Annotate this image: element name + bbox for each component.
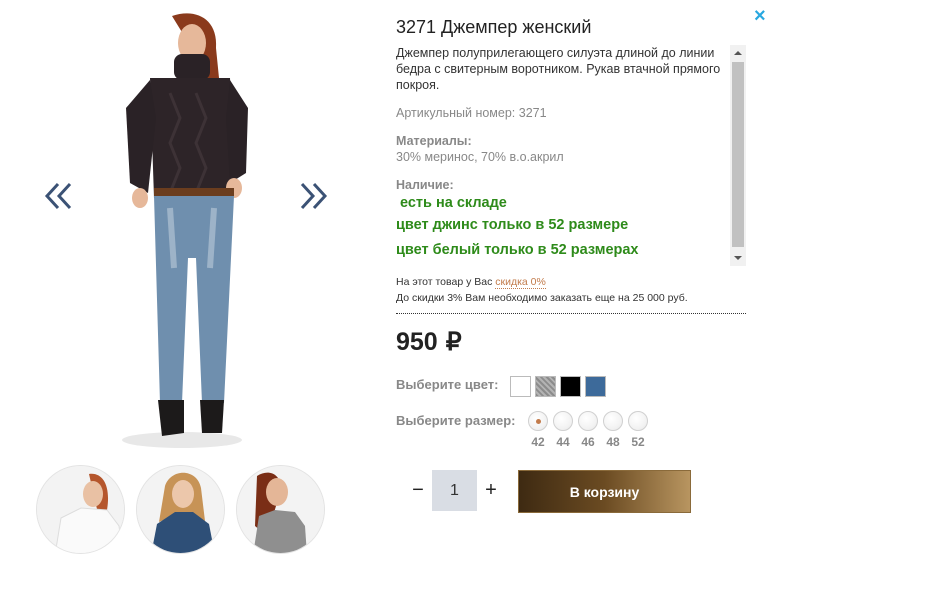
- color-swatch-white[interactable]: [510, 376, 531, 397]
- product-details-scrollbox[interactable]: Джемпер полуприлегающего силуэта длиной …: [396, 45, 746, 266]
- currency-symbol: ₽: [445, 328, 462, 356]
- color-picker-label: Выберите цвет:: [396, 377, 499, 392]
- discount-info: На этот товар у Вас скидка 0% До скидки …: [396, 274, 688, 306]
- size-radio[interactable]: [528, 411, 548, 431]
- size-radio[interactable]: [628, 411, 648, 431]
- thumbnail-list: [36, 465, 325, 554]
- size-label: 52: [631, 435, 645, 449]
- product-details-content: Джемпер полуприлегающего силуэта длиной …: [396, 45, 728, 263]
- scroll-down-arrow-icon[interactable]: [730, 250, 746, 266]
- discount-prefix: На этот товар у Вас: [396, 276, 493, 288]
- quantity-decrease-button[interactable]: −: [410, 478, 426, 502]
- size-label: 48: [606, 435, 620, 449]
- availability-line: есть на складе: [400, 195, 507, 211]
- size-option-46[interactable]: 46: [578, 411, 598, 449]
- vertical-scrollbar[interactable]: [730, 45, 746, 266]
- product-price: 950 ₽: [396, 327, 462, 357]
- close-icon[interactable]: ×: [754, 6, 768, 26]
- size-option-list: 42 44 46 48 52: [528, 411, 648, 449]
- size-label: 44: [556, 435, 570, 449]
- double-chevron-right-icon: [300, 182, 328, 210]
- product-gallery: [0, 0, 370, 599]
- availability-line: цвет белый только в 52 размерах: [396, 242, 639, 258]
- size-option-42[interactable]: 42: [528, 411, 548, 449]
- thumbnail-grey-sweater[interactable]: [236, 465, 325, 554]
- quantity-increase-button[interactable]: +: [483, 478, 499, 502]
- scrollbar-thumb[interactable]: [732, 62, 744, 247]
- color-swatch-list: [510, 376, 606, 397]
- scroll-up-arrow-icon[interactable]: [730, 45, 746, 61]
- size-option-44[interactable]: 44: [553, 411, 573, 449]
- discount-line-1: На этот товар у Вас скидка 0%: [396, 274, 688, 290]
- size-label: 46: [581, 435, 595, 449]
- main-product-photo: [100, 8, 270, 458]
- product-title: 3271 Джемпер женский: [396, 17, 592, 37]
- discount-line-2: До скидки 3% Вам необходимо заказать еще…: [396, 292, 688, 304]
- color-swatch-blue[interactable]: [585, 376, 606, 397]
- size-option-52[interactable]: 52: [628, 411, 648, 449]
- price-value: 950: [396, 328, 438, 356]
- quantity-input[interactable]: [432, 470, 477, 511]
- materials-title: Материалы:: [396, 134, 472, 148]
- availability-line: цвет джинс только в 52 размере: [396, 217, 629, 233]
- availability-title: Наличие:: [396, 178, 454, 192]
- size-option-48[interactable]: 48: [603, 411, 623, 449]
- product-description: Джемпер полуприлегающего силуэта длиной …: [396, 46, 721, 92]
- thumbnail-blue-sweater[interactable]: [136, 465, 225, 554]
- color-swatch-black[interactable]: [560, 376, 581, 397]
- size-radio[interactable]: [578, 411, 598, 431]
- color-swatch-grey-melange[interactable]: [535, 376, 556, 397]
- double-chevron-left-icon: [44, 182, 72, 210]
- size-radio[interactable]: [603, 411, 623, 431]
- add-to-cart-button[interactable]: В корзину: [518, 470, 691, 513]
- product-sku: Артикульный номер: 3271: [396, 106, 547, 120]
- gallery-next-button[interactable]: [296, 178, 330, 214]
- dotted-divider: [396, 313, 746, 314]
- size-label: 42: [531, 435, 545, 449]
- discount-link[interactable]: скидка 0%: [495, 276, 546, 289]
- size-picker-label: Выберите размер:: [396, 413, 516, 428]
- materials-value: 30% меринос, 70% в.о.акрил: [396, 150, 564, 164]
- gallery-prev-button[interactable]: [42, 178, 76, 214]
- thumbnail-white-sweater[interactable]: [36, 465, 125, 554]
- size-radio[interactable]: [553, 411, 573, 431]
